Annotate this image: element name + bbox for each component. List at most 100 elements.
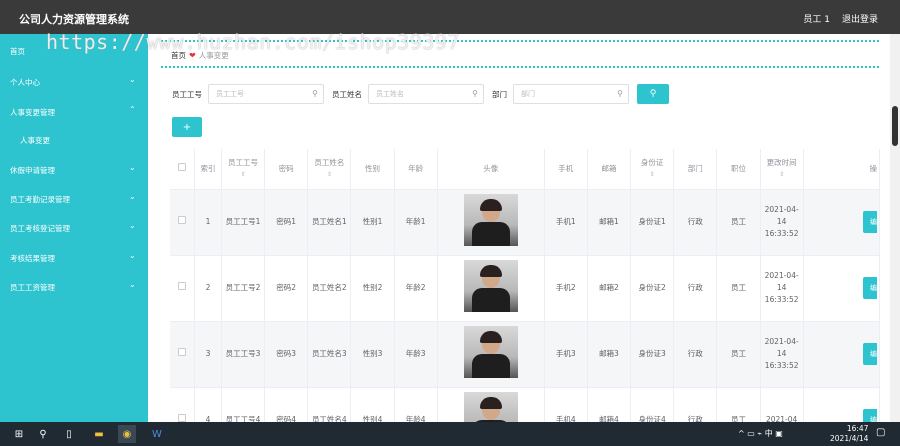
cell-gender: 性别2 [350, 255, 395, 322]
emp-no-input[interactable] [209, 85, 323, 103]
cell-password: 密码1 [264, 189, 309, 256]
emp-name-field: ⚲ [368, 84, 484, 104]
cell-email: 邮箱2 [587, 255, 632, 322]
checkbox[interactable] [178, 162, 187, 171]
search-form: 员工工号 ⚲ 员工姓名 ⚲ 部门 ⚲ ⚲ [172, 84, 669, 104]
cell-age: 年龄1 [394, 189, 438, 256]
sidebar-item-attendance-mgmt[interactable]: 员工考勤记录管理 ⌄ [0, 188, 148, 210]
table-row: 1 员工工号1 密码1 员工姓名1 性别1 年龄1 手机1 邮箱1 身份证1 行… [170, 189, 881, 256]
sidebar-item-label: 人事变更管理 [10, 108, 55, 117]
dept-input[interactable] [514, 85, 628, 103]
search-button[interactable]: ⚲ [637, 84, 669, 104]
cell-index: 2 [194, 255, 222, 322]
cell-name: 员工姓名1 [307, 189, 352, 256]
sort-icon[interactable]: ⇕ [763, 169, 801, 181]
word-icon[interactable]: W [148, 425, 166, 443]
sort-icon[interactable]: ⇕ [310, 169, 348, 181]
col-id-card[interactable]: 身份证 ⇕ [630, 149, 675, 190]
scrollbar-thumb[interactable] [892, 106, 898, 146]
chevron-down-icon: ⌄ [129, 280, 136, 289]
sidebar-subitem-personnel-change[interactable]: 人事变更 [0, 129, 148, 151]
notification-icon[interactable]: ▢ [876, 427, 885, 438]
cell-position: 员工 [716, 321, 761, 388]
cell-emp-no: 员工工号1 [221, 189, 266, 256]
main-content: 首页 ❤ 人事变更 员工工号 ⚲ 员工姓名 ⚲ 部门 ⚲ ⚲ + [148, 34, 890, 446]
col-dept: 部门 [673, 149, 718, 190]
cell-password: 密码2 [264, 255, 309, 322]
cell-age: 年龄2 [394, 255, 438, 322]
edit-button[interactable]: 编 [863, 277, 877, 299]
col-position: 职位 [716, 149, 761, 190]
sidebar-item-assessment-results[interactable]: 考核结果管理 ⌄ [0, 247, 148, 269]
sidebar-item-label: 人事变更 [20, 136, 50, 145]
avatar [463, 194, 518, 246]
chevron-down-icon: ⌄ [129, 251, 136, 260]
edit-button[interactable]: 编 [863, 211, 877, 233]
avatar [463, 326, 518, 378]
windows-start-icon[interactable]: ⊞ [10, 425, 28, 443]
row-checkbox[interactable] [178, 282, 187, 290]
col-emp-no[interactable]: 员工工号 ⇕ [221, 149, 266, 190]
sidebar-item-assessment-registration[interactable]: 员工考核登记管理 ⌄ [0, 217, 148, 239]
dept-field: ⚲ [513, 84, 629, 104]
col-name[interactable]: 员工姓名 ⇕ [307, 149, 352, 190]
cell-id-card: 身份证2 [630, 255, 675, 322]
search-icon[interactable]: ⚲ [34, 425, 52, 443]
cell-id-card: 身份证3 [630, 321, 675, 388]
sidebar-item-label: 员工考核登记管理 [10, 224, 70, 233]
emp-no-field: ⚲ [208, 84, 324, 104]
cell-avatar [437, 321, 545, 388]
cell-time: 2021-04-14 16:33:52 [760, 255, 804, 322]
cell-dept: 行政 [673, 321, 718, 388]
chevron-up-icon: ⌃ [129, 105, 136, 114]
clock[interactable]: 16:47 2021/4/14 [830, 424, 868, 444]
system-tray[interactable]: ^ ▭ ⌁ 中 ▣ [738, 428, 783, 439]
add-button[interactable]: + [172, 117, 202, 137]
sidebar-item-leave-mgmt[interactable]: 休假申请管理 ⌄ [0, 159, 148, 181]
col-avatar: 头像 [437, 149, 545, 190]
vertical-scrollbar[interactable] [890, 34, 900, 422]
row-checkbox[interactable] [178, 216, 187, 224]
sidebar-item-label: 休假申请管理 [10, 166, 55, 175]
col-age: 年龄 [394, 149, 438, 190]
cell-emp-no: 员工工号2 [221, 255, 266, 322]
cell-password: 密码3 [264, 321, 309, 388]
search-icon: ⚲ [649, 89, 657, 99]
row-checkbox[interactable] [178, 414, 187, 422]
chrome-icon[interactable]: ◉ [118, 425, 136, 443]
cell-time: 2021-04-14 16:33:52 [760, 321, 804, 388]
sidebar-item-home[interactable]: 首页 [0, 40, 148, 62]
sort-icon[interactable]: ⇕ [224, 169, 262, 181]
file-explorer-icon[interactable]: ▬ [90, 425, 108, 443]
clock-date: 2021/4/14 [830, 434, 869, 443]
col-time[interactable]: 更改时间 ⇕ [760, 149, 804, 190]
sort-icon[interactable]: ⇕ [633, 169, 671, 181]
cell-email: 邮箱1 [587, 189, 632, 256]
cell-position: 员工 [716, 255, 761, 322]
cell-dept: 行政 [673, 255, 718, 322]
cell-index: 3 [194, 321, 222, 388]
sidebar-item-personal-center[interactable]: 个人中心 ⌄ [0, 71, 148, 93]
app-title: 公司人力资源管理系统 [19, 13, 129, 26]
current-user[interactable]: 员工 1 [803, 12, 830, 25]
cell-name: 员工姓名2 [307, 255, 352, 322]
cell-email: 邮箱3 [587, 321, 632, 388]
cell-emp-no: 员工工号3 [221, 321, 266, 388]
edit-button[interactable]: 编 [863, 343, 877, 365]
task-view-icon[interactable]: ▯ [60, 425, 78, 443]
sidebar-item-label: 个人中心 [10, 78, 40, 87]
chevron-down-icon: ⌄ [129, 75, 136, 84]
cell-id-card: 身份证1 [630, 189, 675, 256]
sidebar-item-personnel-change-mgmt[interactable]: 人事变更管理 ⌃ [0, 101, 148, 123]
sidebar: 首页 个人中心 ⌄ 人事变更管理 ⌃ 人事变更 休假申请管理 ⌄ 员工考勤记录管… [0, 34, 148, 422]
plus-icon: + [182, 121, 192, 133]
sidebar-item-salary-mgmt[interactable]: 员工工资管理 ⌄ [0, 276, 148, 298]
emp-name-input[interactable] [369, 85, 483, 103]
row-checkbox[interactable] [178, 348, 187, 356]
col-index: 索引 [194, 149, 222, 190]
cell-avatar [437, 255, 545, 322]
logout-link[interactable]: 退出登录 [842, 12, 878, 25]
select-all-checkbox[interactable] [170, 149, 196, 190]
breadcrumb-home[interactable]: 首页 [171, 50, 186, 61]
cell-gender: 性别3 [350, 321, 395, 388]
